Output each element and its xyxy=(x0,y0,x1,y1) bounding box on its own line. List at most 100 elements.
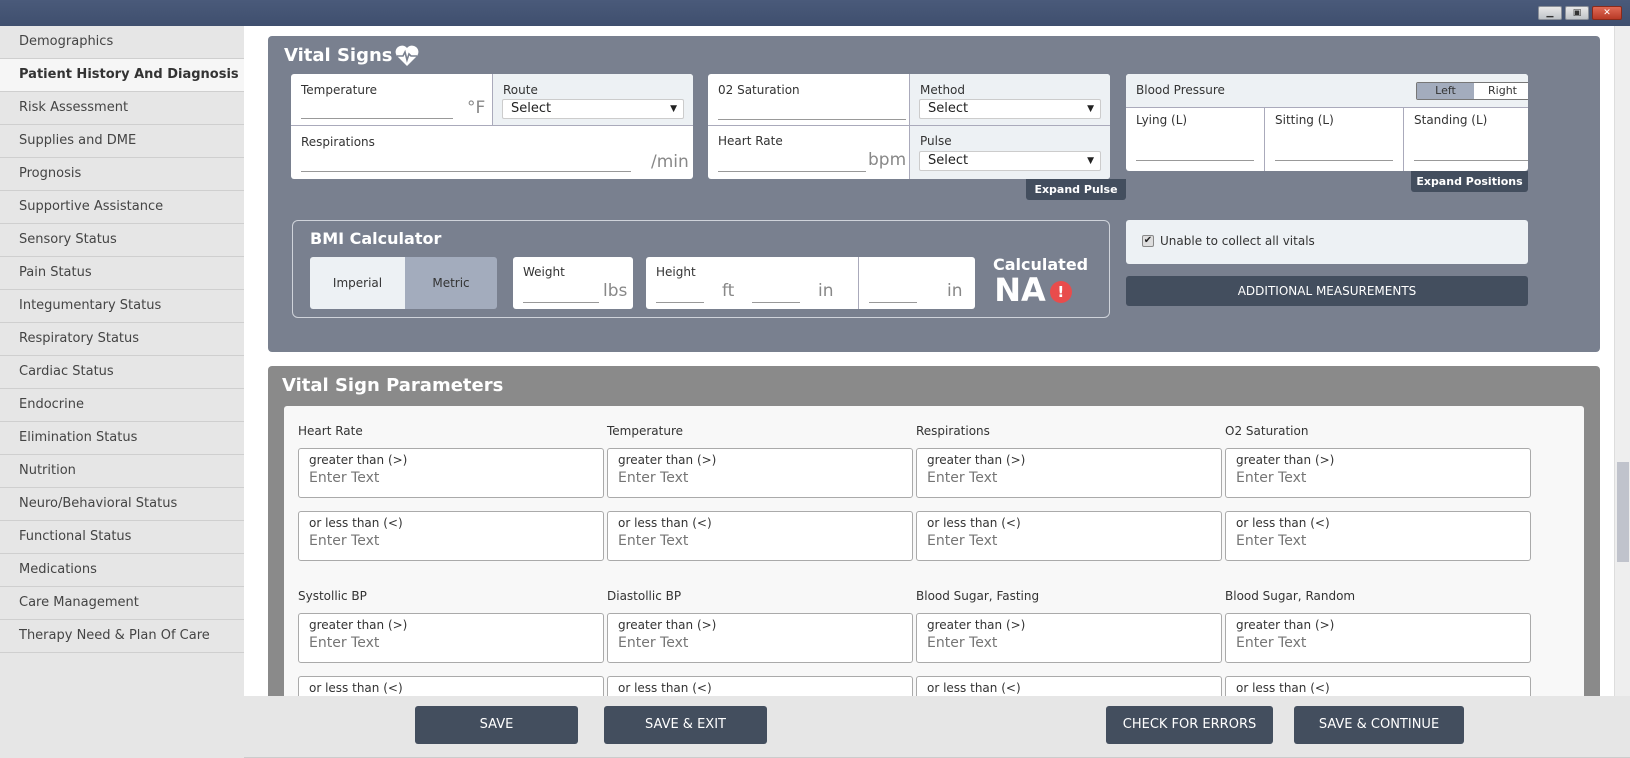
sidebar-item-sensory-status[interactable]: Sensory Status xyxy=(0,224,244,257)
heartbeat-icon xyxy=(395,45,419,66)
sidebar-item-cardiac-status[interactable]: Cardiac Status xyxy=(0,356,244,389)
restore-button[interactable]: ▣ xyxy=(1565,6,1589,20)
heart-rate-input[interactable] xyxy=(718,171,866,172)
minimize-button[interactable]: ▁ xyxy=(1538,6,1562,20)
sidebar-item-care-management[interactable]: Care Management xyxy=(0,587,244,620)
blood-pressure-label: Blood Pressure xyxy=(1136,83,1225,97)
vital-signs-panel: Vital Signs Temperature °F Route Select ▼… xyxy=(268,36,1600,352)
window-controls: ▁ ▣ ✕ xyxy=(1538,6,1622,20)
bp-left-button[interactable]: Left xyxy=(1417,83,1474,99)
metric-toggle[interactable]: Metric xyxy=(405,257,497,309)
sidebar-item-functional-status[interactable]: Functional Status xyxy=(0,521,244,554)
close-button[interactable]: ✕ xyxy=(1592,6,1622,20)
check-errors-button[interactable]: CHECK FOR ERRORS xyxy=(1106,706,1273,744)
parameter-label: Blood Sugar, Random xyxy=(1225,589,1356,603)
less-than-label: or less than (<) xyxy=(927,681,1021,695)
sidebar-item-risk-assessment[interactable]: Risk Assessment xyxy=(0,92,244,125)
bp-lying-input[interactable] xyxy=(1136,160,1254,161)
save-continue-button[interactable]: SAVE & CONTINUE xyxy=(1294,706,1464,744)
greater-than-input[interactable] xyxy=(927,635,1211,651)
sidebar-item-patient-history-and-diagnosis[interactable]: Patient History And Diagnosis xyxy=(0,59,244,92)
respirations-cell: Respirations /min xyxy=(291,126,693,179)
less-than-input[interactable] xyxy=(1236,533,1520,549)
o2-saturation-input[interactable] xyxy=(718,119,906,120)
save-button[interactable]: SAVE xyxy=(415,706,578,744)
height-ft-unit: ft xyxy=(722,281,735,301)
save-exit-button[interactable]: SAVE & EXIT xyxy=(604,706,767,744)
respirations-input[interactable] xyxy=(301,171,631,172)
dropdown-arrow-icon: ▼ xyxy=(670,104,677,114)
vertical-scrollbar[interactable] xyxy=(1614,26,1630,696)
weight-field: Weight lbs xyxy=(513,257,633,309)
sidebar-item-medications[interactable]: Medications xyxy=(0,554,244,587)
less-than-field: or less than (<) xyxy=(298,676,604,696)
sidebar-item-integumentary-status[interactable]: Integumentary Status xyxy=(0,290,244,323)
bp-lying-cell: Lying (L) xyxy=(1126,108,1265,171)
bp-standing-input[interactable] xyxy=(1414,160,1528,161)
heart-rate-cell: Heart Rate bpm xyxy=(708,126,910,179)
greater-than-input[interactable] xyxy=(1236,470,1520,486)
main-content: Vital Signs Temperature °F Route Select ▼… xyxy=(244,26,1614,696)
expand-positions-button[interactable]: Expand Positions xyxy=(1411,171,1528,192)
unable-to-collect-box: ✔ Unable to collect all vitals xyxy=(1126,220,1528,264)
pulse-selected-value: Select xyxy=(928,153,969,168)
less-than-label: or less than (<) xyxy=(618,516,712,530)
method-select[interactable]: Select ▼ xyxy=(919,99,1101,119)
less-than-input[interactable] xyxy=(309,533,593,549)
weight-unit: lbs xyxy=(603,281,628,301)
greater-than-label: greater than (>) xyxy=(309,453,408,467)
greater-than-field: greater than (>) xyxy=(1225,613,1531,663)
greater-than-input[interactable] xyxy=(309,635,593,651)
sidebar-item-elimination-status[interactable]: Elimination Status xyxy=(0,422,244,455)
sidebar-item-demographics[interactable]: Demographics xyxy=(0,26,244,59)
sidebar-item-supplies-and-dme[interactable]: Supplies and DME xyxy=(0,125,244,158)
greater-than-input[interactable] xyxy=(1236,635,1520,651)
height-ft-input[interactable] xyxy=(656,302,704,303)
less-than-input[interactable] xyxy=(927,533,1211,549)
bp-sitting-input[interactable] xyxy=(1275,160,1393,161)
greater-than-input[interactable] xyxy=(309,470,593,486)
greater-than-input[interactable] xyxy=(618,635,902,651)
sidebar-item-endocrine[interactable]: Endocrine xyxy=(0,389,244,422)
imperial-toggle[interactable]: Imperial xyxy=(310,257,405,309)
height-in-input[interactable] xyxy=(752,302,800,303)
sidebar-item-supportive-assistance[interactable]: Supportive Assistance xyxy=(0,191,244,224)
unable-to-collect-checkbox[interactable]: ✔ xyxy=(1142,235,1154,247)
calculated-value: NA xyxy=(994,271,1046,309)
pulse-select[interactable]: Select ▼ xyxy=(919,151,1101,171)
heart-rate-label: Heart Rate xyxy=(718,134,783,148)
pulse-cell: Pulse Select ▼ xyxy=(910,126,1110,179)
greater-than-label: greater than (>) xyxy=(927,618,1026,632)
weight-input[interactable] xyxy=(523,302,599,303)
sidebar-item-respiratory-status[interactable]: Respiratory Status xyxy=(0,323,244,356)
temperature-input[interactable] xyxy=(301,118,453,119)
scrollbar-thumb[interactable] xyxy=(1617,462,1629,562)
route-select[interactable]: Select ▼ xyxy=(502,99,684,119)
less-than-input[interactable] xyxy=(618,533,902,549)
heart-rate-unit: bpm xyxy=(868,150,907,170)
vital-sign-parameters-panel: Vital Sign Parameters Heart Rate greater … xyxy=(268,366,1600,696)
vital-signs-title: Vital Signs xyxy=(284,45,393,66)
parameter-blood-sugar-random: Blood Sugar, Random greater than (>) or le… xyxy=(1225,589,1531,696)
additional-measurements-button[interactable]: ADDITIONAL MEASUREMENTS xyxy=(1126,276,1528,306)
less-than-label: or less than (<) xyxy=(309,516,403,530)
parameters-title: Vital Sign Parameters xyxy=(282,375,504,396)
sidebar-item-prognosis[interactable]: Prognosis xyxy=(0,158,244,191)
sidebar-item-nutrition[interactable]: Nutrition xyxy=(0,455,244,488)
sidebar-item-therapy-need-plan-of-care[interactable]: Therapy Need & Plan Of Care xyxy=(0,620,244,653)
weight-label: Weight xyxy=(523,265,565,279)
pulse-label: Pulse xyxy=(920,134,952,148)
o2-saturation-label: 02 Saturation xyxy=(718,83,800,97)
greater-than-field: greater than (>) xyxy=(916,448,1222,498)
expand-pulse-button[interactable]: Expand Pulse xyxy=(1026,179,1126,200)
sidebar-item-neuro-behavioral-status[interactable]: Neuro/Behavioral Status xyxy=(0,488,244,521)
greater-than-field: greater than (>) xyxy=(298,613,604,663)
parameter-systollic-bp: Systollic BP greater than (>) or less than… xyxy=(298,589,604,696)
greater-than-input[interactable] xyxy=(927,470,1211,486)
parameter-label: Systollic BP xyxy=(298,589,367,603)
greater-than-input[interactable] xyxy=(618,470,902,486)
sidebar-item-pain-status[interactable]: Pain Status xyxy=(0,257,244,290)
greater-than-field: greater than (>) xyxy=(1225,448,1531,498)
bp-right-button[interactable]: Right xyxy=(1474,83,1528,99)
height-in2-input[interactable] xyxy=(869,302,917,303)
